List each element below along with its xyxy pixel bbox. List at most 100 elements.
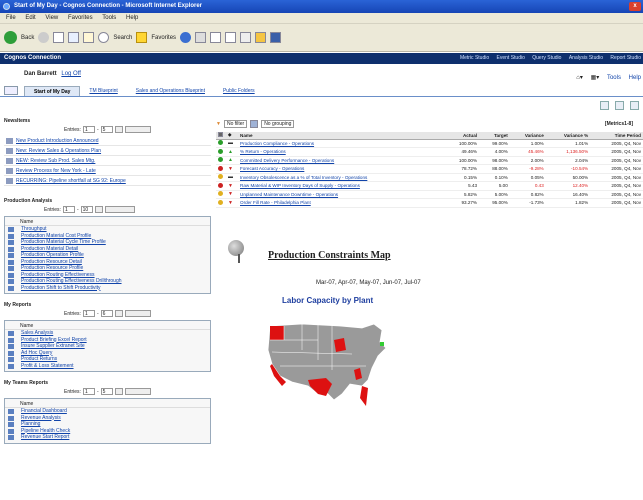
metric-row[interactable]: ▲ % Return - Operations 49.46% 4.00% 45.46% 1… <box>216 147 643 157</box>
forward-arrow-icon[interactable] <box>38 32 50 43</box>
go-button[interactable] <box>114 126 123 133</box>
metric-row[interactable]: ▬ Inventory Obsolescence as a % of Total … <box>216 173 643 182</box>
search-button-label[interactable]: Search <box>113 35 132 41</box>
logoff-link[interactable]: Log Off <box>61 71 81 77</box>
name-column-header[interactable]: Name <box>238 132 445 140</box>
analysis-studio-link[interactable]: Analysis Studio <box>569 55 603 61</box>
go-button[interactable] <box>114 388 123 395</box>
menu-favorites[interactable]: Favorites <box>68 15 93 21</box>
home-icon[interactable]: ⌂▾ <box>576 75 583 81</box>
entries-to-input[interactable]: 5 <box>100 388 113 395</box>
report-link[interactable]: Profit & Loss Statement <box>5 363 210 370</box>
entries-from-input[interactable]: 1 <box>82 388 95 395</box>
back-button-label[interactable]: Back <box>21 35 34 41</box>
go-button[interactable] <box>94 206 103 213</box>
entries-to-input[interactable]: 5 <box>100 126 113 133</box>
metric-name-link[interactable]: Inventory Obsolescence as a % of Total I… <box>238 173 445 182</box>
history-icon[interactable] <box>195 32 207 43</box>
tools-menu[interactable]: Tools <box>607 75 621 81</box>
us-labor-capacity-map[interactable] <box>262 320 392 412</box>
mail-icon[interactable] <box>210 32 222 43</box>
news-item[interactable]: New Product Introduction Announced <box>4 136 211 146</box>
news-item[interactable]: New: Review Sales & Operations Plan <box>4 146 211 156</box>
report-link[interactable]: Revenue Start Report <box>5 434 210 441</box>
tab-tm-blueprint[interactable]: TM Blueprint <box>80 86 126 96</box>
name-column-header[interactable]: Name <box>5 323 210 330</box>
metric-name-link[interactable]: % Return - Operations <box>238 147 445 157</box>
tab-sales-operations-blueprint[interactable]: Sales and Operations Blueprint <box>127 86 214 96</box>
edit-page-icon[interactable] <box>615 101 624 110</box>
layout-icon[interactable] <box>630 101 639 110</box>
news-item[interactable]: RECURRING: Pipeline shortfall at SG 92: … <box>4 176 211 186</box>
report-link[interactable]: Production Shift to Shift Productivity <box>5 285 210 292</box>
print-icon[interactable] <box>225 32 237 43</box>
page-nav-buttons[interactable] <box>104 206 135 213</box>
metric-row[interactable]: ▼ Forecast Accuracy - Operations 78.72% 88.… <box>216 164 643 174</box>
metric-row[interactable]: ▬ Production Compliance - Operations 100.0… <box>216 139 643 148</box>
event-studio-link[interactable]: Event Studio <box>497 55 525 61</box>
trend-column-header[interactable]: ◆ <box>226 132 238 140</box>
entries-from-input[interactable]: 1 <box>82 310 95 317</box>
tab-menu-icon[interactable] <box>4 86 18 95</box>
messenger-icon[interactable] <box>270 32 282 43</box>
tab-public-folders[interactable]: Public Folders <box>214 86 264 96</box>
menu-help[interactable]: Help <box>126 15 138 21</box>
metric-row[interactable]: ▼ Raw Material & WIP Inventory Days of Su… <box>216 181 643 191</box>
variance-pct-column-header[interactable]: Variance % <box>545 132 591 140</box>
home-icon[interactable] <box>83 32 95 43</box>
edit-icon[interactable] <box>240 32 252 43</box>
menu-tools[interactable]: Tools <box>102 15 116 21</box>
metric-row[interactable]: ▼ Unplanned Maintenance Downtime - Operat… <box>216 190 643 199</box>
favorites-star-icon[interactable] <box>136 32 148 43</box>
metric-name-link[interactable]: Production Compliance - Operations <box>238 139 445 148</box>
menu-view[interactable]: View <box>45 15 58 21</box>
menu-edit[interactable]: Edit <box>25 15 35 21</box>
time-period-column-header[interactable]: Time Period <box>590 132 643 140</box>
entries-from-input[interactable]: 1 <box>62 206 75 213</box>
filter-select[interactable]: No filter <box>223 120 248 128</box>
query-studio-link[interactable]: Query Studio <box>532 55 561 61</box>
metric-name-link[interactable]: Raw Material & WIP Inventory Days of Sup… <box>238 181 445 191</box>
status-column-header[interactable] <box>216 132 226 140</box>
refresh-page-icon[interactable] <box>600 101 609 110</box>
constraints-map-title[interactable]: Production Constraints Map <box>268 250 391 261</box>
favorites-button-label[interactable]: Favorites <box>151 35 176 41</box>
entries-to-input[interactable]: 10 <box>80 206 93 213</box>
refresh-icon[interactable] <box>68 32 80 43</box>
news-item[interactable]: Review Process for New York - Late <box>4 166 211 176</box>
media-icon[interactable] <box>180 32 192 43</box>
tab-start-of-my-day[interactable]: Start of My Day <box>24 86 81 96</box>
settings-icon[interactable]: ▦▾ <box>591 75 600 81</box>
metric-name-link[interactable]: Unplanned Maintenance Downtime - Operati… <box>238 190 445 199</box>
metric-row[interactable]: ▼ Order Fill Rate - Philadelphia Plant 93.… <box>216 198 643 208</box>
name-column-header[interactable]: Name <box>5 401 210 408</box>
page-nav-buttons[interactable] <box>124 388 151 395</box>
stop-icon[interactable] <box>53 32 65 43</box>
grouping-select[interactable]: No grouping <box>261 120 295 128</box>
back-arrow-icon[interactable] <box>4 31 17 44</box>
entries-from-input[interactable]: 1 <box>82 126 95 133</box>
metric-row[interactable]: ▲ Committed Delivery Performance - Operat… <box>216 156 643 165</box>
folder-icon[interactable] <box>255 32 267 43</box>
metric-name-link[interactable]: Order Fill Rate - Philadelphia Plant <box>238 198 445 208</box>
northeast-region[interactable] <box>380 342 384 346</box>
page-nav-buttons[interactable] <box>124 310 151 317</box>
florida-region[interactable] <box>360 386 368 406</box>
search-icon[interactable] <box>98 32 110 43</box>
midwest-region[interactable] <box>334 338 346 352</box>
close-window-button[interactable]: x <box>629 2 641 11</box>
washington-region[interactable] <box>270 326 284 340</box>
entries-to-input[interactable]: 6 <box>100 310 113 317</box>
report-studio-link[interactable]: Report Studio <box>610 55 641 61</box>
go-button[interactable] <box>114 310 123 317</box>
help-menu[interactable]: Help <box>629 75 641 81</box>
menu-file[interactable]: File <box>6 15 16 21</box>
target-column-header[interactable]: Target <box>479 132 510 140</box>
page-nav-buttons[interactable] <box>124 126 151 133</box>
news-item[interactable]: NEW: Review Sub Prod. Sales Mtg. <box>4 156 211 166</box>
name-column-header[interactable]: Name <box>5 219 210 226</box>
metric-name-link[interactable]: Committed Delivery Performance - Operati… <box>238 156 445 165</box>
variance-column-header[interactable]: Variance <box>509 132 546 140</box>
actual-column-header[interactable]: Actual <box>444 132 480 140</box>
metric-studio-link[interactable]: Metric Studio <box>460 55 489 61</box>
